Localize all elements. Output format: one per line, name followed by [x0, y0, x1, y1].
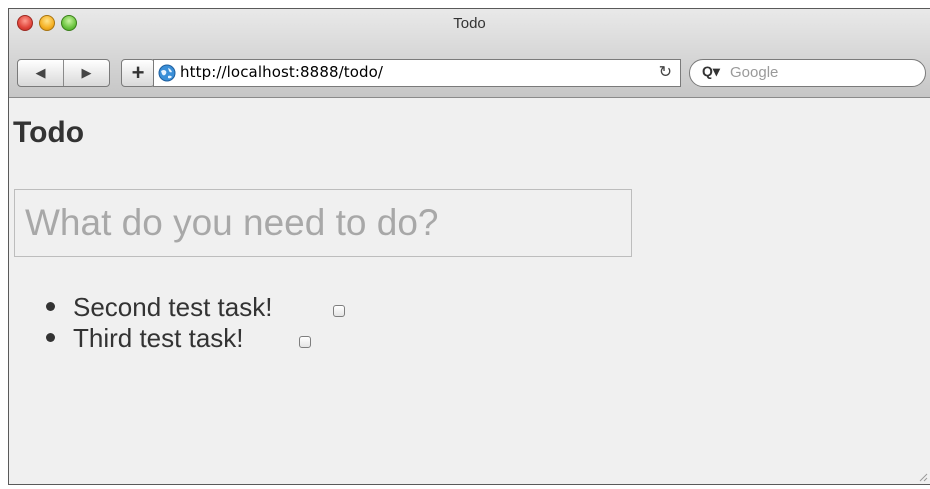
globe-icon: [158, 64, 176, 82]
back-arrow-icon: ◀: [35, 65, 46, 80]
page-title: Todo: [13, 116, 85, 149]
task-done-checkbox[interactable]: [299, 336, 311, 348]
forward-button[interactable]: ▶: [64, 60, 109, 86]
search-icon: Q▾: [702, 63, 720, 79]
task-done-checkbox[interactable]: [333, 305, 345, 317]
search-field[interactable]: Q▾ Google: [689, 59, 926, 87]
title-bar: Todo ◀ ▶ + http://localhost:8888/todo/ ↻…: [9, 9, 930, 98]
forward-arrow-icon: ▶: [81, 65, 92, 80]
new-task-input[interactable]: [14, 189, 632, 257]
bullet: [46, 333, 55, 342]
window-title: Todo: [453, 15, 486, 32]
resize-grip-icon[interactable]: [916, 470, 928, 482]
url-text: http://localhost:8888/todo/: [180, 63, 384, 81]
reload-icon[interactable]: ↻: [659, 62, 672, 82]
navigation-buttons: ◀ ▶: [17, 59, 110, 87]
task-label: Second test task!: [73, 292, 273, 322]
search-placeholder: Google: [730, 64, 779, 81]
address-bar[interactable]: http://localhost:8888/todo/ ↻: [153, 59, 681, 87]
bullet: [46, 302, 55, 311]
task-label: Third test task!: [73, 323, 244, 353]
add-bookmark-button[interactable]: +: [121, 59, 155, 87]
back-button[interactable]: ◀: [18, 60, 64, 86]
